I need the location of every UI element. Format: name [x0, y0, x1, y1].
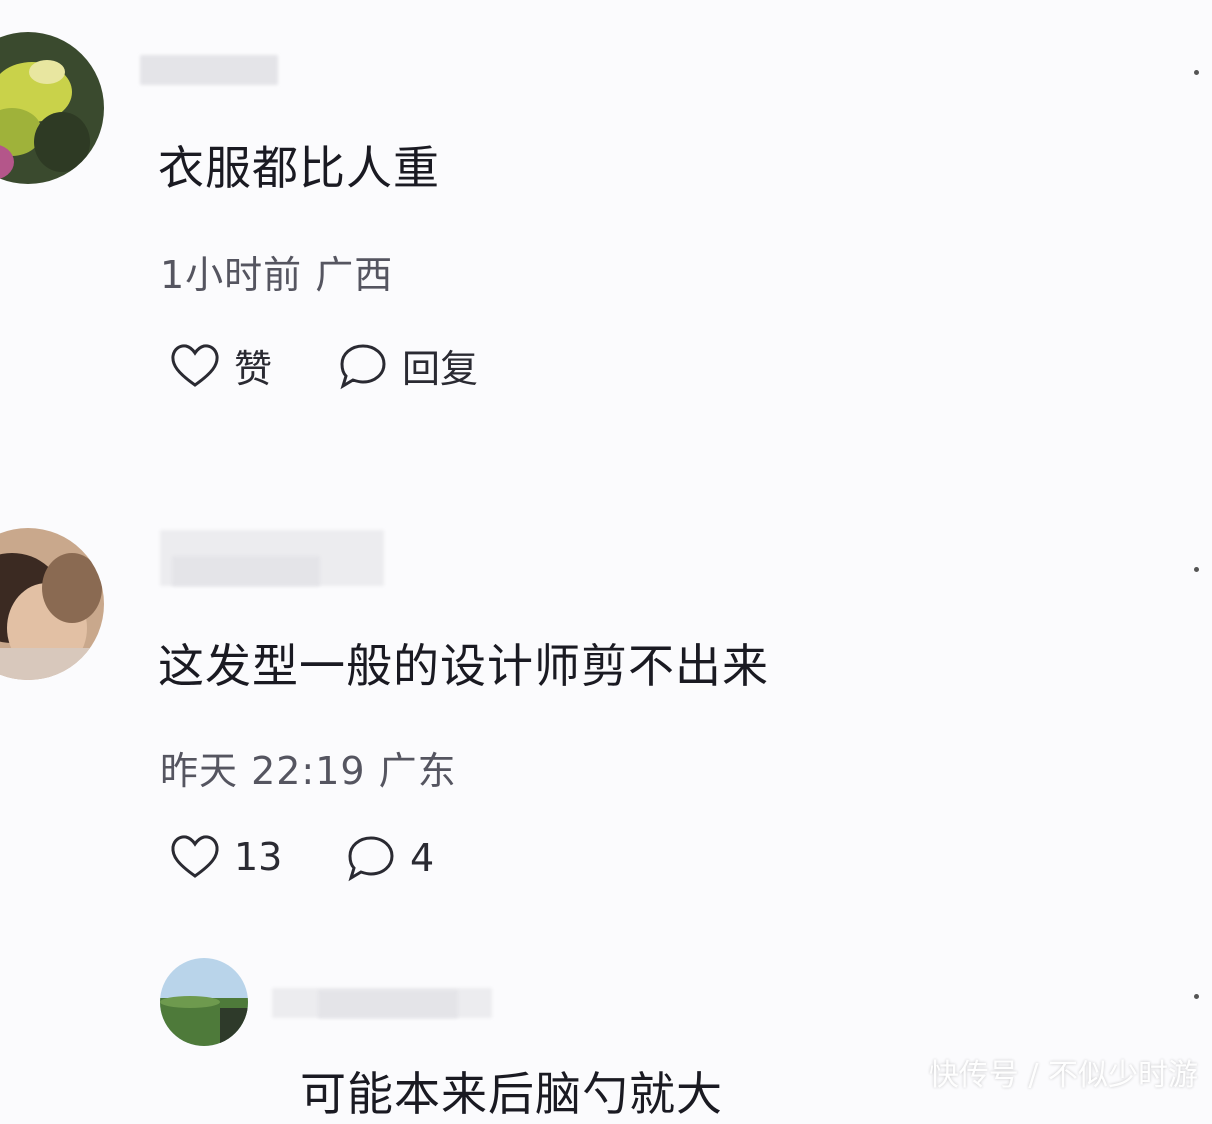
reply-button[interactable]: 回复 [338, 338, 478, 393]
username-blurred[interactable] [318, 990, 458, 1018]
avatar[interactable] [160, 958, 248, 1046]
like-button[interactable]: 13 [170, 834, 282, 880]
like-count: 13 [234, 835, 283, 879]
reply-button[interactable]: 4 [346, 834, 434, 882]
comment-meta: 1小时前 广西 [160, 253, 394, 297]
comment-text: 可能本来后脑勺就大 [300, 1067, 723, 1121]
reply-label: 回复 [402, 347, 479, 391]
heart-icon [170, 834, 220, 880]
watermark: 快传号 / 不似少时游 [928, 1058, 1198, 1093]
more-dot-icon[interactable] [1194, 994, 1199, 999]
avatar[interactable] [0, 528, 104, 680]
comment-text: 衣服都比人重 [158, 141, 440, 195]
comment-bubble-icon [338, 342, 388, 390]
comment-meta: 昨天 22:19 广东 [160, 749, 457, 793]
more-dot-icon[interactable] [1194, 70, 1199, 75]
avatar[interactable] [0, 32, 104, 184]
more-dot-icon[interactable] [1194, 567, 1199, 572]
username-blurred[interactable] [172, 556, 320, 586]
reply-count: 4 [410, 836, 435, 880]
heart-icon [170, 343, 220, 389]
comment-bubble-icon [346, 834, 396, 882]
like-label: 赞 [234, 347, 273, 391]
like-button[interactable]: 赞 [170, 338, 272, 393]
username-blurred[interactable] [140, 55, 278, 85]
comment-text: 这发型一般的设计师剪不出来 [158, 639, 769, 693]
